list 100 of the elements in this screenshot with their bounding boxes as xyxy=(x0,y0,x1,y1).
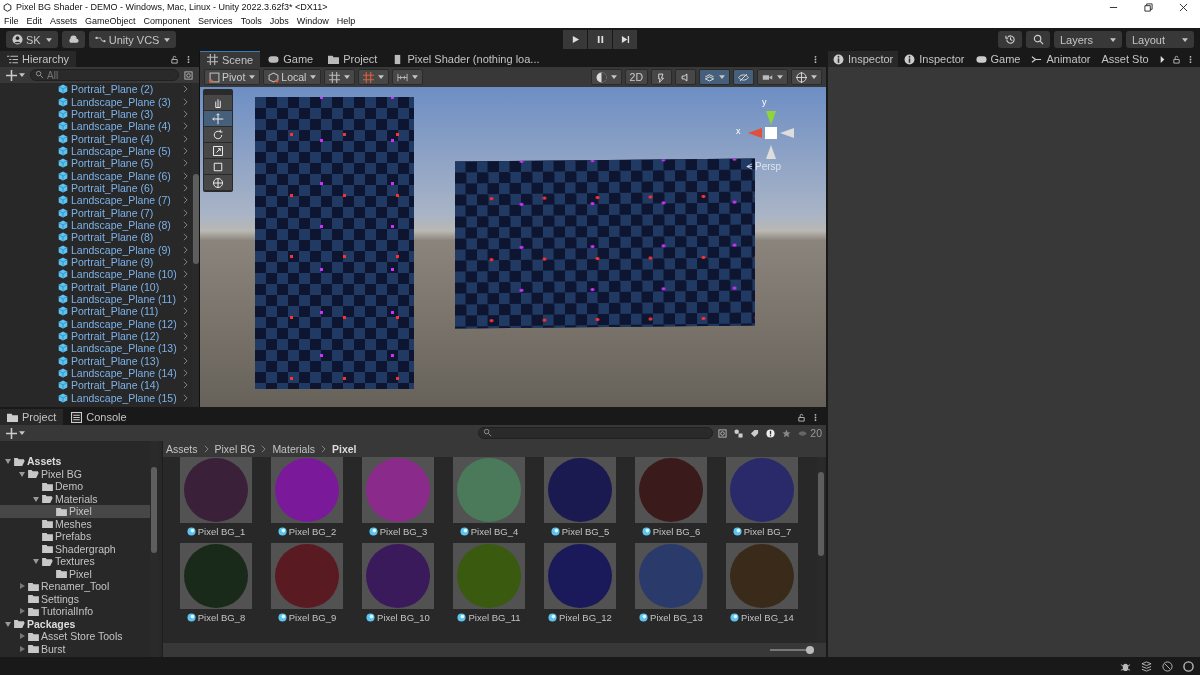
hierarchy-item[interactable]: Landscape_Plane (15) xyxy=(71,391,177,404)
panel-tab[interactable]: Console xyxy=(64,409,134,425)
hierarchy-item[interactable]: Landscape_Plane (7) xyxy=(71,194,171,207)
breadcrumb-item[interactable]: Pixel BG xyxy=(214,443,256,455)
inspector-tab[interactable]: Game xyxy=(970,51,1026,67)
hierarchy-item[interactable]: Portrait_Plane (9) xyxy=(71,256,154,268)
material-name[interactable]: Pixel BG_11 xyxy=(468,612,521,623)
folder-item[interactable]: Demo xyxy=(55,480,83,493)
breadcrumb-item[interactable]: Assets xyxy=(166,443,198,455)
hand-tool[interactable] xyxy=(204,95,232,110)
play-button[interactable] xyxy=(563,30,587,49)
folder-item[interactable]: Renamer_Tool xyxy=(41,580,110,593)
search-button[interactable] xyxy=(1026,31,1050,48)
menu-item[interactable]: Services xyxy=(198,15,233,26)
menu-item[interactable]: Assets xyxy=(50,15,78,26)
hierarchy-item[interactable]: Landscape_Plane (11) xyxy=(71,293,176,305)
hierarchy-tab[interactable]: Hierarchy xyxy=(0,51,77,67)
restore-icon[interactable] xyxy=(1144,2,1153,12)
folder-item[interactable]: Materials xyxy=(55,492,98,505)
menu-item[interactable]: Jobs xyxy=(269,15,289,26)
inspector-tab[interactable]: Asset Sto xyxy=(1096,51,1154,67)
menu-item[interactable]: Component xyxy=(143,15,191,26)
gizmos-dropdown[interactable] xyxy=(791,69,822,85)
expanded-arrow-icon[interactable] xyxy=(4,457,12,466)
add-button[interactable] xyxy=(4,69,27,81)
material-name[interactable]: Pixel BG_13 xyxy=(650,612,703,623)
cloud-button[interactable] xyxy=(61,31,85,48)
landscape-plane[interactable] xyxy=(455,158,755,329)
hierarchy-item[interactable]: Landscape_Plane (13) xyxy=(71,342,177,355)
star-icon[interactable] xyxy=(782,428,792,438)
hierarchy-item[interactable]: Landscape_Plane (6) xyxy=(71,169,171,182)
warning-icon[interactable] xyxy=(766,428,776,438)
hierarchy-item[interactable]: Landscape_Plane (3) xyxy=(71,95,171,108)
folder-item[interactable]: TutorialInfo xyxy=(41,605,94,618)
close-icon[interactable] xyxy=(1179,2,1188,12)
material-name[interactable]: Pixel BG_1 xyxy=(197,526,246,537)
layers-icon[interactable] xyxy=(1141,660,1152,672)
rotate-tool[interactable] xyxy=(204,127,232,142)
hierarchy-item[interactable]: Landscape_Plane (14) xyxy=(71,367,177,380)
folder-item[interactable]: Assets xyxy=(27,455,62,468)
menu-item[interactable]: Window xyxy=(296,15,329,26)
menu-item[interactable]: Edit xyxy=(26,15,43,26)
move-tool[interactable] xyxy=(204,111,232,126)
folder-item[interactable]: Burst xyxy=(41,642,66,655)
hierarchy-item[interactable]: Portrait_Plane (11) xyxy=(71,305,159,318)
account-dropdown[interactable]: SK xyxy=(6,31,58,48)
material-name[interactable]: Pixel BG_14 xyxy=(741,612,794,623)
hierarchy-item[interactable]: Portrait_Plane (12) xyxy=(71,330,160,343)
material-name[interactable]: Pixel BG_5 xyxy=(561,526,610,537)
search-window-icon[interactable] xyxy=(718,428,728,438)
expanded-arrow-icon[interactable] xyxy=(32,494,40,503)
hierarchy-item[interactable]: Landscape_Plane (10) xyxy=(71,268,177,281)
panel-tab[interactable]: Project xyxy=(0,409,64,425)
lock-icon[interactable] xyxy=(797,412,806,422)
material-name[interactable]: Pixel BG_12 xyxy=(559,612,612,623)
breadcrumb-item[interactable]: Pixel xyxy=(332,443,357,455)
history-button[interactable] xyxy=(998,31,1022,48)
increment-snap-button[interactable] xyxy=(358,69,390,85)
hierarchy-item[interactable]: Portrait_Plane (8) xyxy=(71,231,154,244)
hierarchy-item[interactable]: Landscape_Plane (5) xyxy=(71,144,171,157)
collapsed-arrow-icon[interactable] xyxy=(18,582,26,591)
hierarchy-item[interactable]: Portrait_Plane (13) xyxy=(71,354,160,367)
2d-toggle[interactable]: 2D xyxy=(624,69,648,85)
hierarchy-item[interactable]: Portrait_Plane (10) xyxy=(71,280,160,293)
label-tag-icon[interactable] xyxy=(750,428,760,438)
hierarchy-item[interactable]: Landscape_Plane (8) xyxy=(71,218,171,231)
scene-search-icon[interactable] xyxy=(184,70,193,80)
hierarchy-item[interactable]: Portrait_Plane (7) xyxy=(71,206,154,219)
hierarchy-item[interactable]: Portrait_Plane (6) xyxy=(71,181,154,194)
menu-item[interactable]: Tools xyxy=(240,15,262,26)
material-name[interactable]: Pixel BG_9 xyxy=(288,612,337,623)
hierarchy-item[interactable]: Portrait_Plane (2) xyxy=(71,83,154,96)
hierarchy-search-field[interactable]: All xyxy=(30,69,179,81)
transform-tool[interactable] xyxy=(204,175,232,190)
grid-snap-button[interactable] xyxy=(324,69,356,85)
inspector-tab[interactable]: Animator xyxy=(1026,51,1096,67)
ruler-button[interactable] xyxy=(392,69,424,85)
audio-toggle[interactable] xyxy=(675,69,696,85)
collapsed-arrow-icon[interactable] xyxy=(18,644,26,653)
layers-dropdown[interactable]: Layers xyxy=(1054,31,1122,48)
folder-item[interactable]: Packages xyxy=(27,617,76,630)
hierarchy-item[interactable]: Portrait_Plane (14) xyxy=(71,379,160,392)
folder-item[interactable]: Asset Store Tools xyxy=(41,630,123,643)
scale-tool[interactable] xyxy=(204,143,232,158)
project-search-field[interactable] xyxy=(478,427,714,439)
folder-item[interactable]: Pixel xyxy=(69,567,92,580)
menu-item[interactable]: File xyxy=(4,15,19,26)
view-tab[interactable]: Pixel Shader (nothing loa... xyxy=(385,51,547,67)
shading-mode-dropdown[interactable] xyxy=(590,69,622,85)
folder-item[interactable]: Pixel BG xyxy=(41,467,82,480)
breadcrumb-item[interactable]: Materials xyxy=(272,443,315,455)
circle-icon[interactable] xyxy=(1183,660,1194,672)
space-dropdown[interactable]: Local xyxy=(263,69,322,85)
material-name[interactable]: Pixel BG_2 xyxy=(288,526,337,537)
collapsed-arrow-icon[interactable] xyxy=(18,632,26,641)
inspector-tab[interactable]: Inspector xyxy=(899,51,970,67)
menu-item[interactable]: Help xyxy=(336,15,356,26)
hierarchy-item[interactable]: Portrait_Plane (4) xyxy=(71,132,154,145)
visibility-toggle[interactable] xyxy=(733,69,754,85)
lock-icon[interactable] xyxy=(1171,54,1181,64)
